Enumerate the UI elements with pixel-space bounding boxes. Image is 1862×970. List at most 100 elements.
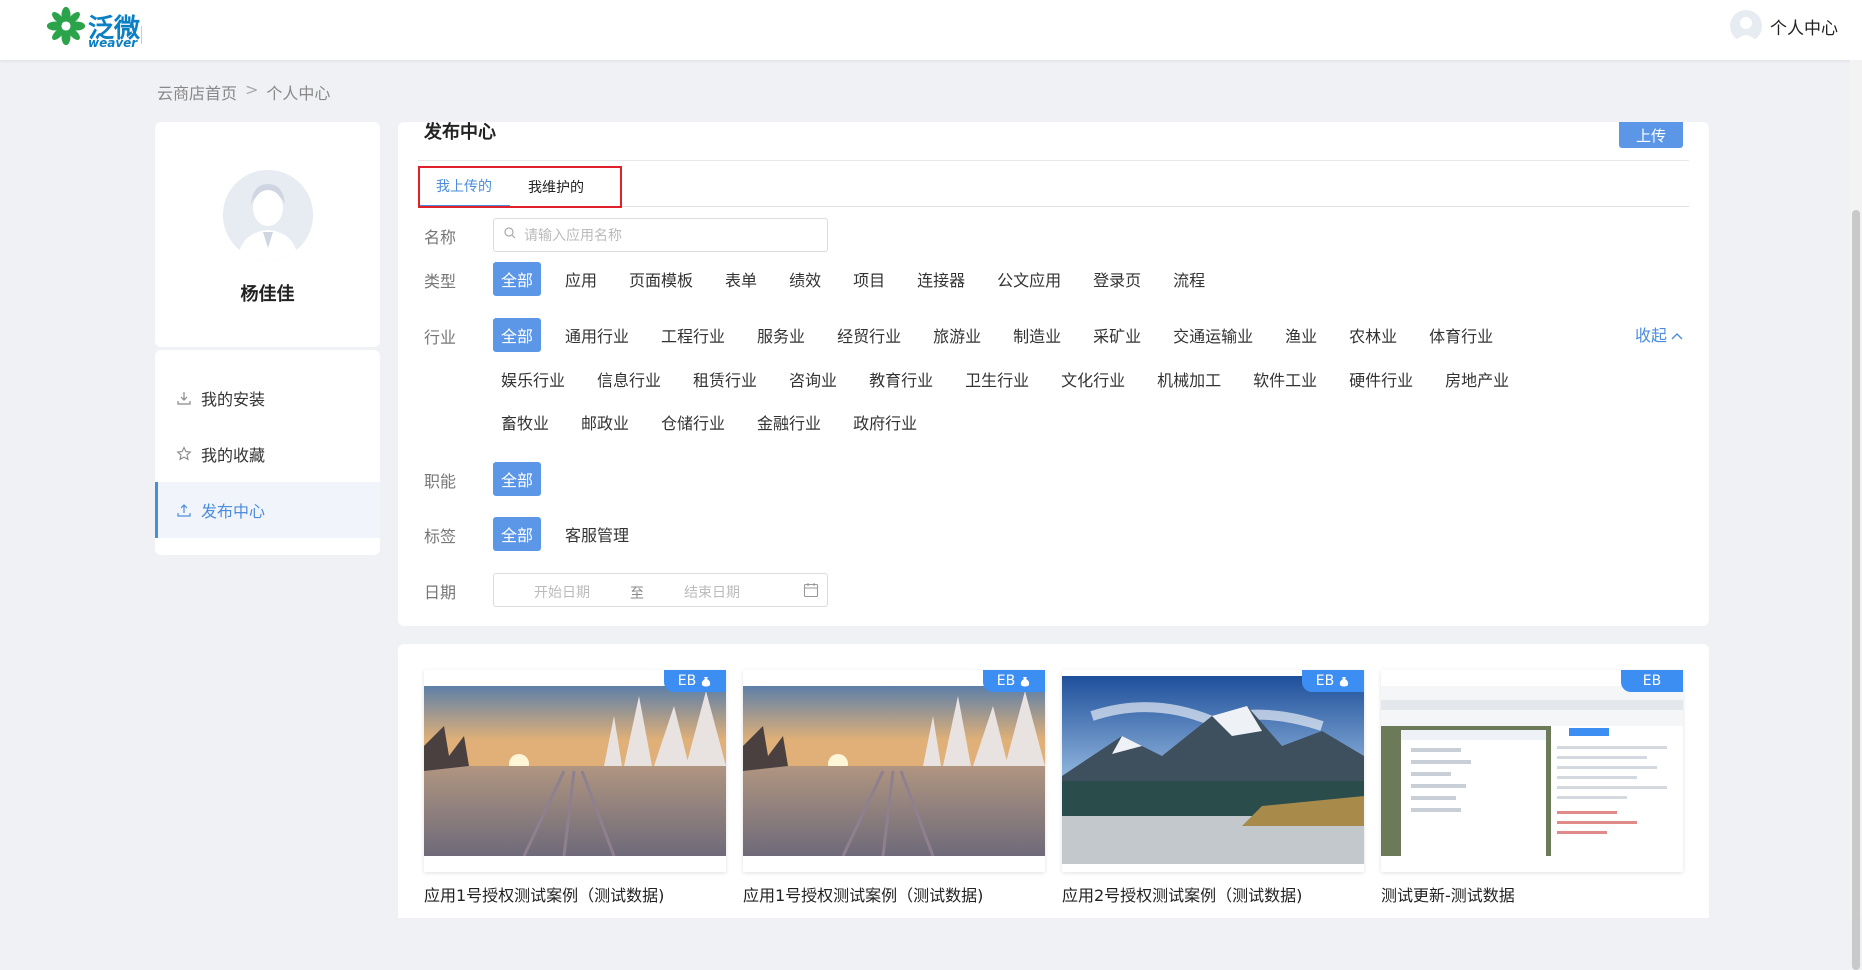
profile-name: 杨佳佳: [240, 284, 295, 305]
type-chip[interactable]: 表单: [717, 262, 765, 296]
type-chip[interactable]: 流程: [1165, 262, 1213, 296]
logo-subtext: weaver: [88, 36, 138, 50]
industry-chip[interactable]: 信息行业: [589, 362, 669, 396]
industry-chip[interactable]: 邮政业: [573, 405, 637, 439]
type-chip[interactable]: 页面模板: [621, 262, 701, 296]
app-card[interactable]: EB: [1062, 670, 1364, 872]
panel-title: 发布中心: [424, 122, 496, 143]
type-chip[interactable]: 应用: [557, 262, 605, 296]
industry-chip[interactable]: 金融行业: [749, 405, 829, 439]
industry-chip[interactable]: 房地产业: [1437, 362, 1517, 396]
eb-badge: EB: [1621, 670, 1683, 692]
type-chip[interactable]: 绩效: [781, 262, 829, 296]
industry-chip[interactable]: 教育行业: [861, 362, 941, 396]
profile-card: 杨佳佳: [155, 122, 380, 347]
date-range-picker[interactable]: 开始日期 至 结束日期: [493, 573, 828, 607]
industry-chip[interactable]: 畜牧业: [493, 405, 557, 439]
filter-label-type: 类型: [424, 272, 457, 291]
industry-chip[interactable]: 渔业: [1277, 318, 1325, 352]
search-input[interactable]: 请输入应用名称: [493, 218, 828, 252]
app-card[interactable]: EB: [424, 670, 726, 872]
industry-chip[interactable]: 政府行业: [845, 405, 925, 439]
menu-item-label: 我的安装: [201, 390, 266, 409]
search-placeholder: 请输入应用名称: [524, 228, 622, 244]
industry-chip[interactable]: 租赁行业: [685, 362, 765, 396]
filter-label-function: 职能: [424, 472, 457, 491]
app-card-title[interactable]: 应用1号授权测试案例（测试数据): [743, 882, 983, 906]
app-card-title[interactable]: 应用2号授权测试案例（测试数据): [1062, 882, 1302, 906]
badge-label: EB: [1642, 673, 1662, 689]
filter-label-date: 日期: [424, 583, 457, 602]
industry-chip[interactable]: 文化行业: [1053, 362, 1133, 396]
industry-chip[interactable]: 交通运输业: [1165, 318, 1261, 352]
breadcrumb-home-link[interactable]: 云商店首页: [157, 80, 237, 104]
money-bag-icon: [1021, 677, 1030, 687]
menu-item-my-installs[interactable]: 我的安装: [155, 370, 380, 426]
app-card-title[interactable]: 应用1号授权测试案例（测试数据): [424, 882, 664, 906]
industry-chip[interactable]: 机械加工: [1149, 362, 1229, 396]
breadcrumb-current: 个人中心: [266, 84, 331, 103]
function-chip[interactable]: 全部: [493, 462, 542, 496]
industry-chip[interactable]: 制造业: [1005, 318, 1069, 352]
industry-chip[interactable]: 通用行业: [557, 318, 637, 352]
chevron-up-icon: [1671, 325, 1683, 344]
badge-label: EB: [996, 673, 1016, 689]
page-scrollbar[interactable]: [1850, 60, 1862, 970]
app-card[interactable]: EB: [1381, 670, 1683, 872]
title-divider: [418, 160, 1689, 161]
collapse-toggle[interactable]: 收起: [1635, 322, 1683, 346]
menu-item-my-favorites[interactable]: 我的收藏: [155, 426, 380, 482]
menu-item-label: 发布中心: [201, 502, 266, 521]
industry-chip[interactable]: 经贸行业: [829, 318, 909, 352]
menu-item-publish-center[interactable]: 发布中心: [155, 482, 380, 538]
eb-badge: EB: [983, 670, 1045, 692]
industry-chip[interactable]: 农林业: [1341, 318, 1405, 352]
industry-chip[interactable]: 采矿业: [1085, 318, 1149, 352]
industry-chip[interactable]: 硬件行业: [1341, 362, 1421, 396]
industry-chip[interactable]: 软件工业: [1245, 362, 1325, 396]
date-end-placeholder: 结束日期: [684, 585, 740, 601]
breadcrumb: 云商店首页 > 个人中心: [157, 80, 330, 104]
eb-badge: EB: [664, 670, 726, 692]
user-menu[interactable]: 个人中心: [1730, 8, 1838, 44]
breadcrumb-separator: >: [245, 80, 259, 99]
industry-chip[interactable]: 娱乐行业: [493, 362, 573, 396]
industry-chips-row2: 娱乐行业 信息行业 租赁行业 咨询业 教育行业 卫生行业 文化行业 机械加工 软…: [493, 362, 1533, 396]
function-chips: 全部: [493, 462, 557, 496]
badge-label: EB: [677, 673, 697, 689]
industry-chip[interactable]: 工程行业: [653, 318, 733, 352]
type-chip[interactable]: 全部: [493, 262, 542, 296]
money-bag-icon: [1340, 677, 1349, 687]
calendar-icon: [803, 583, 819, 598]
tag-chip[interactable]: 全部: [493, 517, 542, 551]
type-chip[interactable]: 公文应用: [989, 262, 1069, 296]
type-chip[interactable]: 项目: [845, 262, 893, 296]
snow-road-image: [743, 686, 1045, 856]
industry-chip[interactable]: 服务业: [749, 318, 813, 352]
tag-chip[interactable]: 客服管理: [557, 517, 637, 551]
type-chip[interactable]: 登录页: [1085, 262, 1149, 296]
app-card[interactable]: EB: [743, 670, 1045, 872]
industry-chip[interactable]: 体育行业: [1421, 318, 1501, 352]
industry-chip[interactable]: 卫生行业: [957, 362, 1037, 396]
money-bag-icon: [702, 677, 711, 687]
snow-road-image: [424, 686, 726, 856]
upload-button[interactable]: 上传: [1619, 122, 1683, 148]
type-chip[interactable]: 连接器: [909, 262, 973, 296]
industry-chip[interactable]: 咨询业: [781, 362, 845, 396]
collapse-label: 收起: [1634, 326, 1667, 345]
industry-chip[interactable]: 仓储行业: [653, 405, 733, 439]
app-card-title[interactable]: 测试更新-测试数据: [1381, 882, 1515, 906]
badge-label: EB: [1315, 673, 1335, 689]
tag-chips: 全部 客服管理: [493, 517, 653, 551]
top-header: 泛微 weaver 个人中心: [0, 0, 1862, 60]
weaver-logo-icon[interactable]: [46, 6, 86, 46]
app-cards-panel: EB 应用1号授权测试案例（测试数据) EB 应用1号授权测试案例（测试数据) …: [398, 644, 1709, 918]
tab-highlight-box: [418, 166, 622, 208]
industry-chip[interactable]: 旅游业: [925, 318, 989, 352]
scrollbar-thumb[interactable]: [1852, 210, 1860, 970]
upload-icon: [175, 501, 193, 519]
screenshot-thumbnail-image: [1381, 686, 1683, 856]
filter-label-industry: 行业: [424, 328, 457, 347]
industry-chip[interactable]: 全部: [493, 318, 542, 352]
